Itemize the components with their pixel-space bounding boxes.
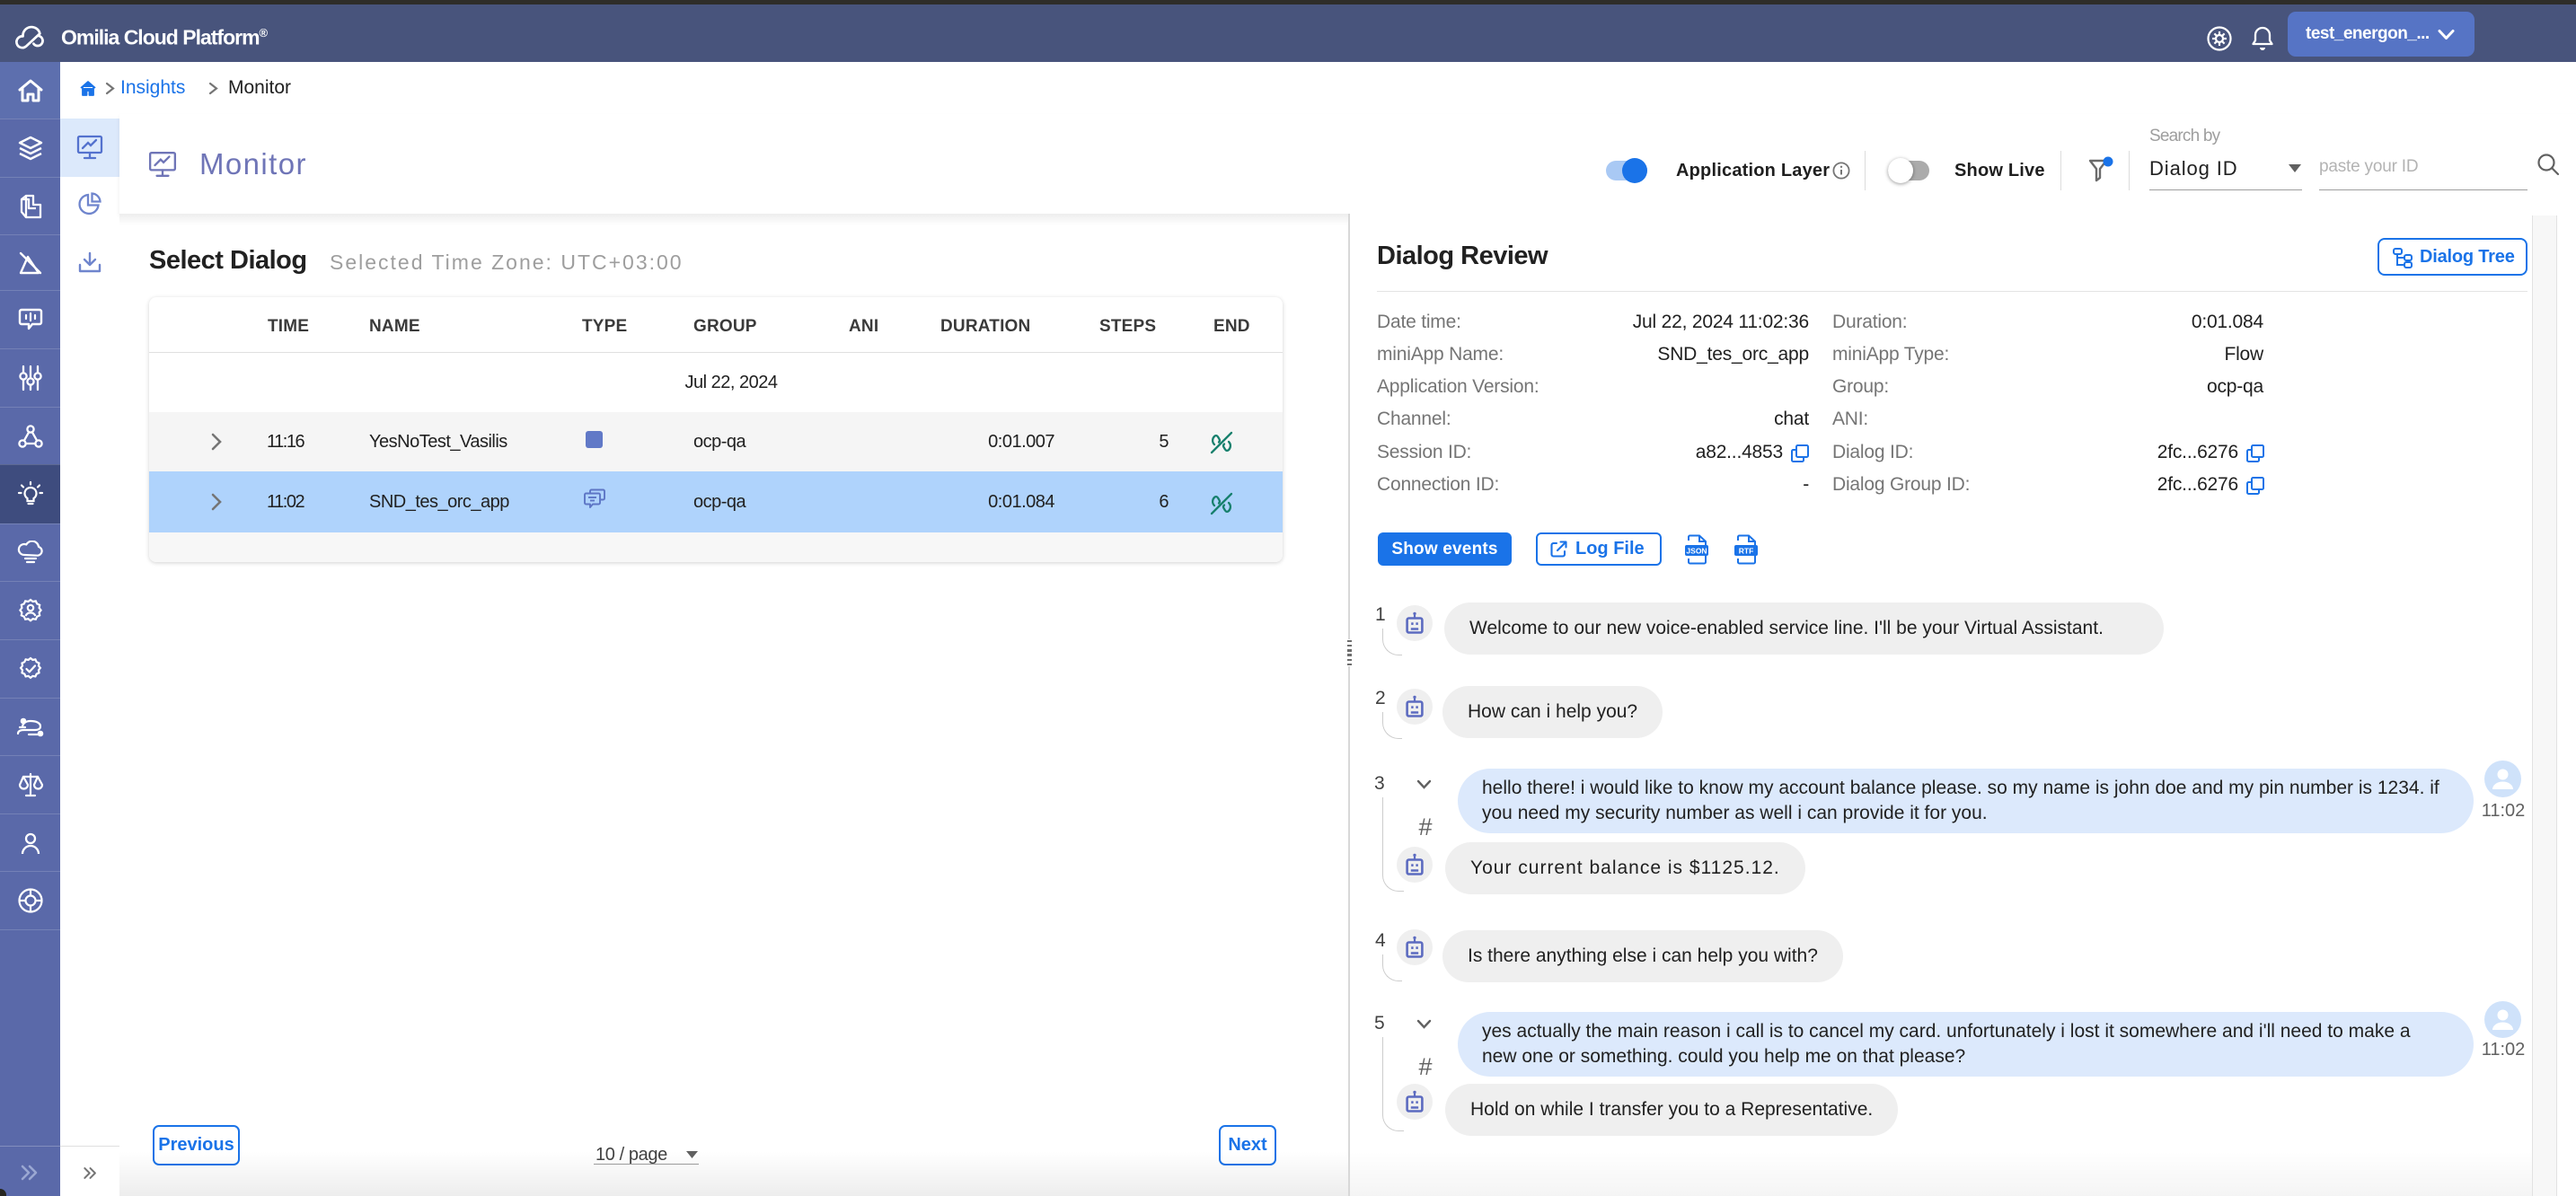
svg-text:RTF: RTF <box>1739 547 1754 556</box>
svg-text:JSON: JSON <box>1686 547 1707 556</box>
